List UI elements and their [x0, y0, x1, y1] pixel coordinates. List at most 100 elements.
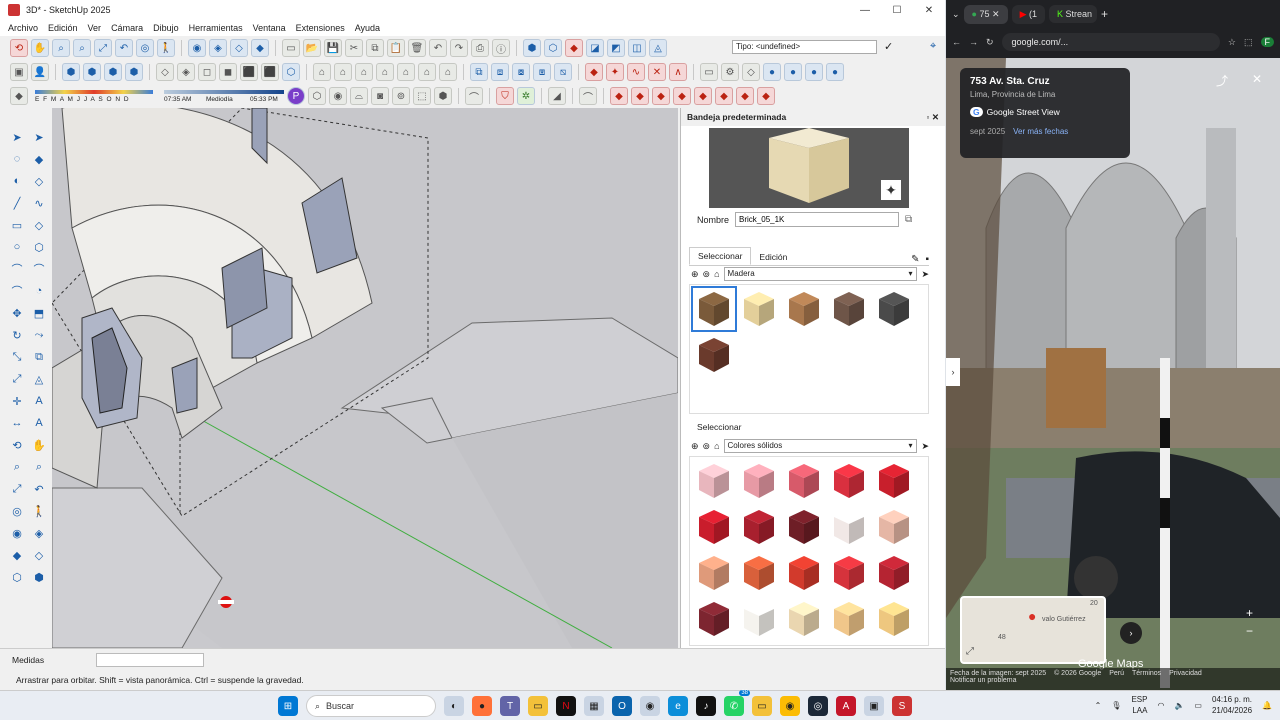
layout-icon[interactable]: ◪ [586, 39, 604, 57]
select-label-2[interactable]: Seleccionar [689, 420, 749, 434]
library-select-bottom[interactable]: Colores sólidos ▾ [723, 439, 918, 453]
solid-subtract-icon[interactable]: ⧇ [512, 63, 530, 81]
tab-kick[interactable]: K Strean [1049, 5, 1098, 23]
solid-color-swatch[interactable] [738, 460, 780, 502]
folder-icon[interactable]: ▭ [752, 696, 772, 716]
pie-icon[interactable]: ◔ [30, 282, 48, 300]
new-file-icon[interactable]: ▭ [282, 39, 300, 57]
solid-color-swatch[interactable] [693, 460, 735, 502]
redo-icon[interactable]: ↷ [450, 39, 468, 57]
start-button[interactable]: ⊞ [278, 696, 298, 716]
menu-ayuda[interactable]: Ayuda [355, 23, 380, 33]
house-6-icon[interactable]: ⌂ [418, 63, 436, 81]
house-7-icon[interactable]: ⌂ [439, 63, 457, 81]
arc-tool-icon[interactable]: ⌒ [465, 87, 483, 105]
orbit-left-icon[interactable]: ⟲ [8, 436, 26, 454]
cube-outline-icon[interactable]: ⬡ [308, 87, 326, 105]
camera-icon[interactable]: ◙ [371, 87, 389, 105]
zoom-extents-icon[interactable]: ⤢ [94, 39, 112, 57]
select-tool-icon[interactable]: ▣ [10, 63, 28, 81]
shadow-month-slider[interactable]: E F M A M J J A S O N D [35, 87, 153, 105]
arc-2-icon[interactable]: ⌒ [30, 260, 48, 278]
profile-avatar[interactable]: F [1260, 37, 1274, 47]
extension-warehouse-icon[interactable]: ◆ [565, 39, 583, 57]
select-2-icon[interactable]: ➤ [30, 128, 48, 146]
tab-youtube[interactable]: ▶ (1 [1011, 4, 1046, 24]
wood-swatch[interactable] [691, 286, 737, 332]
user-icon[interactable]: 👤 [31, 63, 49, 81]
whatsapp-icon[interactable]: ✆ 38 [724, 690, 750, 716]
photos-icon[interactable]: ▦ [584, 696, 604, 716]
scale-icon[interactable]: ⤡ [8, 348, 26, 366]
street-view[interactable]: 753 Av. Sta. Cruz Lima, Provincia de Lim… [946, 58, 1280, 690]
house-3-icon[interactable]: ⌂ [355, 63, 373, 81]
file-explorer-icon[interactable]: ▭ [528, 696, 548, 716]
text-icon[interactable]: A [30, 392, 48, 410]
details-2-icon[interactable]: ⊚ [703, 441, 711, 452]
plugin-6-icon[interactable]: ◆ [715, 87, 733, 105]
eraser-icon[interactable]: ◆ [30, 150, 48, 168]
plugin-1-icon[interactable]: ◆ [610, 87, 628, 105]
sv-close-icon[interactable]: ✕ [1252, 72, 1262, 86]
create-material-icon[interactable]: ✦ [881, 180, 901, 200]
solid-color-swatch[interactable] [828, 506, 870, 548]
wood-swatch[interactable] [828, 288, 870, 330]
library-arrow-2-icon[interactable]: ➤ [921, 441, 929, 452]
section-plane-icon[interactable]: ◈ [209, 39, 227, 57]
line-icon[interactable]: ╱ [8, 194, 26, 212]
section-display-icon[interactable]: ⬡ [8, 568, 26, 586]
sandbox-5-icon[interactable]: ∧ [669, 63, 687, 81]
footer-privacy[interactable]: Privacidad [1169, 670, 1202, 677]
check-icon[interactable]: ✓ [884, 40, 893, 53]
select-icon[interactable]: ➤ [8, 128, 26, 146]
minimize-button[interactable]: — [849, 0, 881, 20]
solid-color-swatch[interactable] [828, 552, 870, 594]
plugin-2-icon[interactable]: ◆ [631, 87, 649, 105]
previous-view-icon[interactable]: ↶ [115, 39, 133, 57]
pan-icon[interactable]: ✋ [31, 39, 49, 57]
solid-color-swatch[interactable] [873, 460, 915, 502]
add-2-icon[interactable]: ⊕ [691, 441, 699, 452]
copy-name-icon[interactable]: ⧉ [905, 214, 912, 225]
chrome-icon[interactable]: ◉ [780, 696, 800, 716]
home-2-icon[interactable]: ⌂ [714, 441, 719, 451]
rotate-icon[interactable]: ↻ [8, 326, 26, 344]
drop-4-icon[interactable]: ● [826, 63, 844, 81]
steam-icon[interactable]: ◎ [808, 696, 828, 716]
github-icon[interactable]: ◉ [640, 696, 660, 716]
shadow-time-slider[interactable]: 07:35 AM Mediodía 05:33 PM [164, 87, 284, 105]
sv-share-icon[interactable]: ⤴ [1216, 72, 1228, 89]
save-icon[interactable]: 💾 [324, 39, 342, 57]
push-pull-icon[interactable]: ⬒ [30, 304, 48, 322]
solid-intersect-icon[interactable]: ⧈ [491, 63, 509, 81]
gear-icon[interactable]: ⚙ [721, 63, 739, 81]
rotated-rect-icon[interactable]: ◇ [30, 216, 48, 234]
offset-icon[interactable]: ⧉ [30, 348, 48, 366]
menu-ver[interactable]: Ver [88, 23, 102, 33]
autocad-icon[interactable]: A [836, 696, 856, 716]
top-view-icon[interactable]: ⬢ [83, 63, 101, 81]
footer-country[interactable]: Perú [1109, 670, 1124, 677]
bookmark-star-icon[interactable]: ☆ [1228, 37, 1236, 48]
firefox-icon[interactable]: ● [472, 696, 492, 716]
target-icon[interactable]: ◉ [329, 87, 347, 105]
follow-me-icon[interactable]: ⤳ [30, 326, 48, 344]
zoom-window-icon[interactable]: ⌕ [73, 39, 91, 57]
monochrome-icon[interactable]: ⬡ [282, 63, 300, 81]
profile-icon[interactable]: P [287, 87, 305, 105]
material-lock-icon[interactable]: ▪ [925, 254, 929, 265]
minimap-expand-icon[interactable]: ⤢ [966, 646, 974, 657]
library-select-top[interactable]: Madera ▾ [723, 267, 918, 281]
house-5-icon[interactable]: ⌂ [397, 63, 415, 81]
house-4-icon[interactable]: ⌂ [376, 63, 394, 81]
teams-icon[interactable]: T [500, 696, 520, 716]
styles-icon[interactable]: ◫ [628, 39, 646, 57]
previous-left-icon[interactable]: ↶ [30, 480, 48, 498]
scenes-icon[interactable]: ◬ [649, 39, 667, 57]
language-indicator[interactable]: ESP LAA [1131, 694, 1147, 716]
new-tab-button[interactable]: + [1101, 7, 1108, 21]
tree-icon[interactable]: ✲ [517, 87, 535, 105]
share-model-icon[interactable]: ⬡ [544, 39, 562, 57]
location-pin-icon[interactable]: ⌖ [930, 40, 936, 53]
arc-icon[interactable]: ⌒ [8, 260, 26, 278]
